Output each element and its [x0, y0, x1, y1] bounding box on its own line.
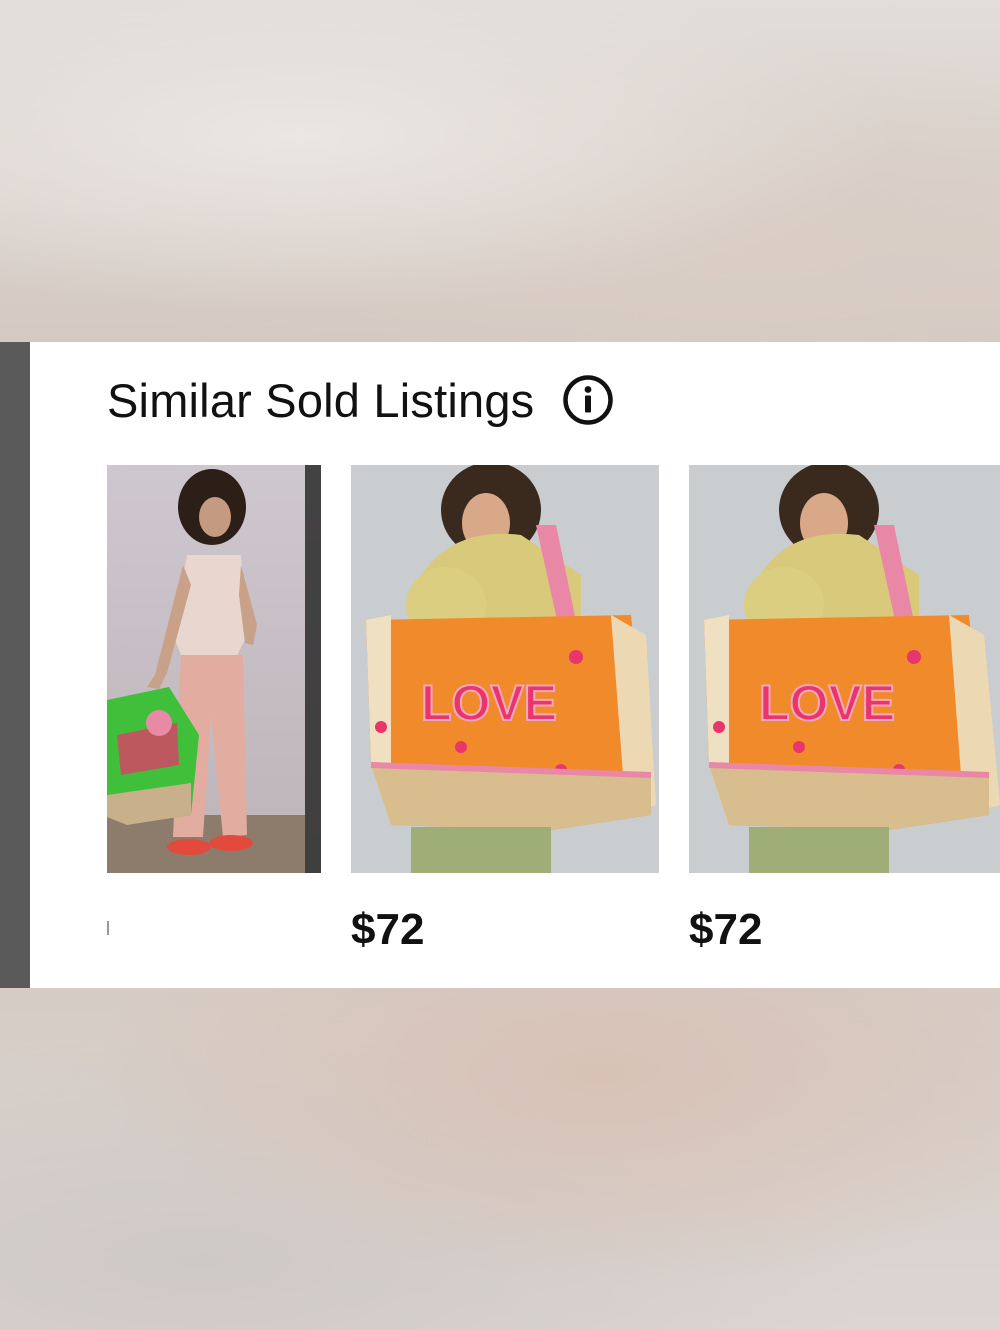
listing-card-3[interactable]: LOVE $72	[689, 465, 1000, 954]
listing-price: $72	[689, 905, 763, 954]
listing-image[interactable]: LOVE	[689, 465, 1000, 873]
left-edge-bar	[0, 342, 30, 988]
section-title: Similar Sold Listings	[107, 373, 535, 427]
listing-card-1[interactable]	[107, 465, 321, 945]
listing-image[interactable]: LOVE	[351, 465, 659, 873]
blurred-background-top	[0, 0, 1000, 342]
section-header: Similar Sold Listings	[107, 370, 614, 430]
listing-price: $72	[351, 905, 425, 954]
listing-price-stub	[107, 921, 109, 935]
info-circle-icon[interactable]	[562, 374, 614, 426]
svg-text:LOVE: LOVE	[759, 675, 895, 731]
listing-card-2[interactable]: LOVE $72	[351, 465, 659, 954]
similar-sold-listings-panel: Similar Sold Listings LOVE $72 LOVE $72	[0, 342, 1000, 988]
svg-text:LOVE: LOVE	[421, 675, 557, 731]
blurred-background-bottom	[0, 988, 1000, 1330]
listing-image[interactable]	[107, 465, 321, 873]
